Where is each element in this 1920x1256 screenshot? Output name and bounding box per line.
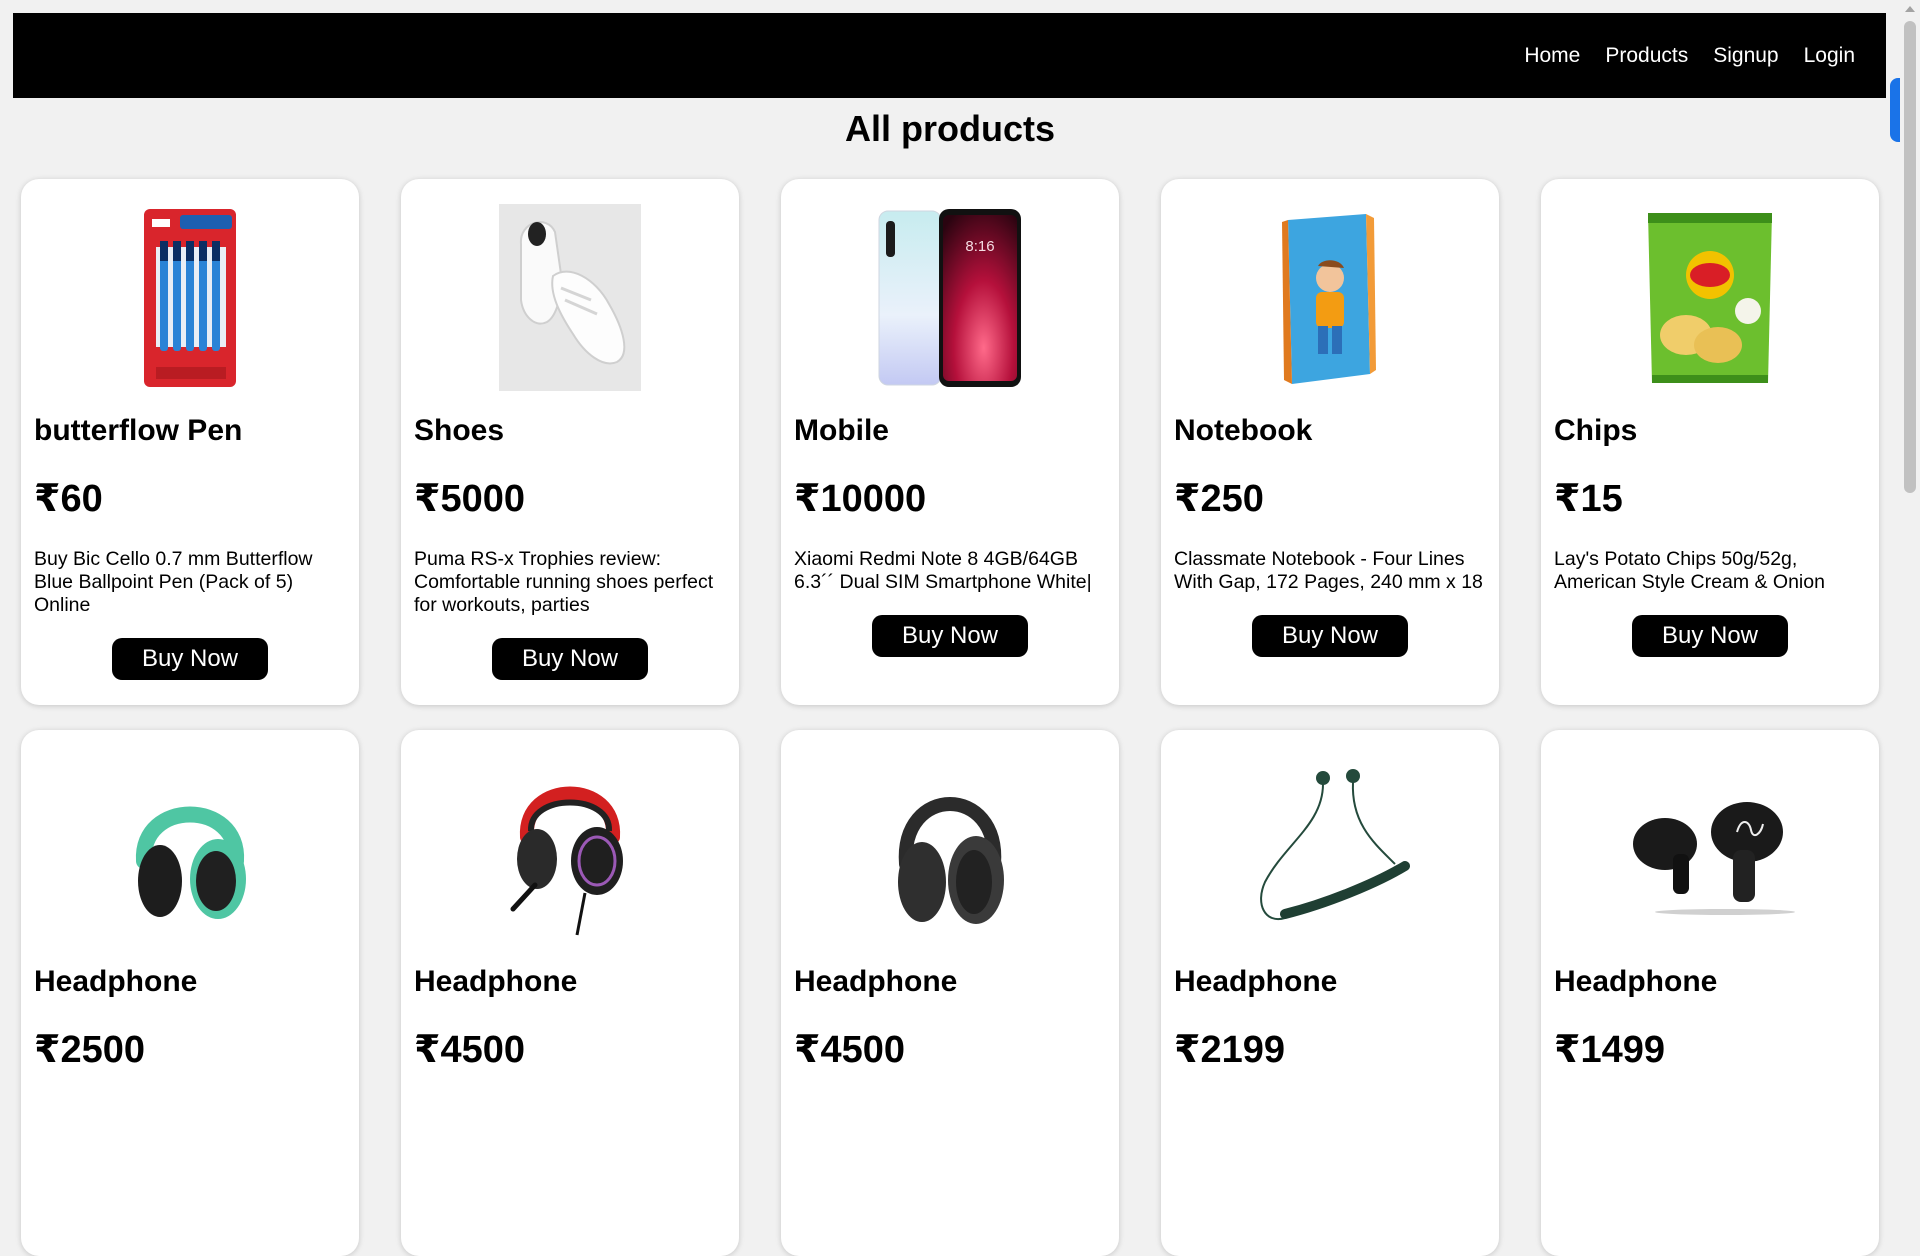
- smartphone-image: 8:16: [794, 204, 1106, 391]
- product-card: Headphone ₹4500: [401, 730, 739, 1256]
- product-price: ₹4500: [794, 1029, 905, 1071]
- product-name: butterflow Pen: [34, 414, 243, 447]
- black-headphone-image: [794, 755, 1106, 942]
- nav-products-link[interactable]: Products: [1605, 44, 1688, 68]
- product-price: ₹2500: [34, 1029, 145, 1071]
- scrollbar-thumb[interactable]: [1904, 21, 1916, 493]
- scroll-up-arrow-icon[interactable]: [1905, 6, 1915, 12]
- product-price: ₹2199: [1174, 1029, 1285, 1071]
- page-title: All products: [844, 108, 1055, 149]
- nav-home-link[interactable]: Home: [1524, 44, 1580, 68]
- product-name: Chips: [1554, 414, 1638, 447]
- product-card: Headphone ₹2500: [21, 730, 359, 1256]
- product-card: butterflow Pen ₹60 Buy Bic Cello 0.7 mm …: [21, 179, 359, 705]
- side-panel-tab[interactable]: [1890, 78, 1900, 142]
- neckband-earphone-image: [1174, 755, 1486, 942]
- product-description: Lay's Potato Chips 50g/52g, American Sty…: [1554, 548, 1825, 593]
- product-grid: butterflow Pen ₹60 Buy Bic Cello 0.7 mm …: [21, 179, 1881, 1256]
- green-headphone-image: [34, 755, 346, 942]
- nav-login-link[interactable]: Login: [1804, 44, 1855, 68]
- product-card: Notebook ₹250 Classmate Notebook - Four …: [1161, 179, 1499, 705]
- product-price: ₹4500: [414, 1029, 525, 1071]
- page-scrollbar[interactable]: [1900, 0, 1920, 1080]
- product-name: Headphone: [34, 965, 198, 998]
- product-price: ₹15: [1554, 478, 1623, 520]
- white-shoes-image: [414, 204, 726, 391]
- product-description: Buy Bic Cello 0.7 mm Butterflow Blue Bal…: [34, 548, 313, 616]
- product-card: 8:16 Mobile ₹10000 Xiaomi Redmi Note 8 4…: [781, 179, 1119, 705]
- product-description: Xiaomi Redmi Note 8 4GB/64GB 6.3´´ Dual …: [794, 548, 1092, 593]
- product-name: Headphone: [794, 965, 958, 998]
- product-description: Puma RS-x Trophies review: Comfortable r…: [414, 548, 714, 616]
- earbuds-image: [1554, 755, 1866, 942]
- chips-pack-image: [1554, 204, 1866, 391]
- product-price: ₹60: [34, 478, 103, 520]
- product-name: Headphone: [1174, 965, 1338, 998]
- notebook-image: [1174, 204, 1486, 391]
- product-name: Mobile: [794, 414, 889, 447]
- product-name: Notebook: [1174, 414, 1313, 447]
- product-price: ₹1499: [1554, 1029, 1665, 1071]
- navbar: Home Products Signup Login: [13, 13, 1886, 98]
- product-name: Headphone: [414, 965, 578, 998]
- product-card: Chips ₹15 Lay's Potato Chips 50g/52g, Am…: [1541, 179, 1879, 705]
- product-name: Headphone: [1554, 965, 1718, 998]
- buy-now-button[interactable]: Buy Now: [1252, 615, 1408, 657]
- buy-now-button[interactable]: Buy Now: [1632, 615, 1788, 657]
- product-price: ₹250: [1174, 478, 1264, 520]
- product-price: ₹5000: [414, 478, 525, 520]
- buy-now-button[interactable]: Buy Now: [492, 638, 648, 680]
- buy-now-button[interactable]: Buy Now: [112, 638, 268, 680]
- pen-pack-image: [34, 204, 346, 391]
- buy-now-button[interactable]: Buy Now: [872, 615, 1028, 657]
- product-price: ₹10000: [794, 478, 927, 520]
- product-card: Shoes ₹5000 Puma RS-x Trophies review: C…: [401, 179, 739, 705]
- nav-signup-link[interactable]: Signup: [1713, 44, 1778, 68]
- product-card: Headphone ₹2199: [1161, 730, 1499, 1256]
- product-card: Headphone ₹1499: [1541, 730, 1879, 1256]
- nav-links: Home Products Signup Login: [1524, 13, 1855, 98]
- gaming-headset-image: [414, 755, 726, 942]
- product-card: Headphone ₹4500: [781, 730, 1119, 1256]
- product-name: Shoes: [414, 414, 505, 447]
- product-description: Classmate Notebook - Four Lines With Gap…: [1174, 548, 1483, 593]
- phone-clock-text: 8:16: [965, 238, 994, 255]
